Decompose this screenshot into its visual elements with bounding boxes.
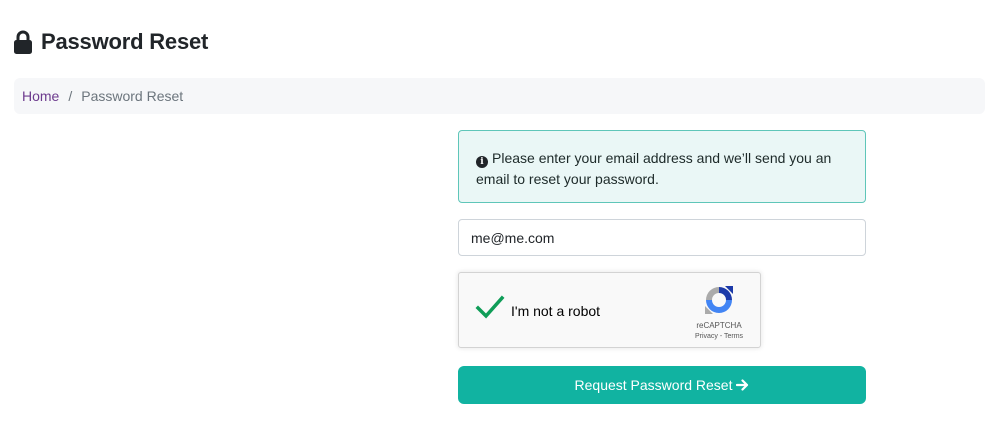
page-title: Password Reset bbox=[41, 29, 209, 54]
captcha-label[interactable]: I'm not a robot bbox=[511, 303, 600, 319]
privacy-link[interactable]: Privacy bbox=[695, 333, 718, 340]
terms-link[interactable]: Terms bbox=[724, 333, 743, 340]
email-field[interactable] bbox=[458, 219, 866, 256]
recaptcha-widget: I'm not a robot reCAPTCHA Privacy - Term… bbox=[458, 272, 761, 348]
alert-message: Please enter your email address and we’l… bbox=[476, 150, 832, 187]
recaptcha-brand: reCAPTCHA bbox=[696, 321, 742, 330]
page-header: Password Reset bbox=[13, 27, 208, 57]
lock-icon bbox=[14, 30, 32, 54]
breadcrumb-separator: / bbox=[68, 88, 73, 104]
recaptcha-links: Privacy - Terms bbox=[679, 333, 759, 340]
breadcrumb: Home / Password Reset bbox=[14, 78, 985, 114]
info-icon: i bbox=[476, 156, 488, 168]
request-password-reset-button[interactable]: Request Password Reset bbox=[458, 366, 866, 404]
submit-label: Request Password Reset bbox=[574, 377, 733, 393]
breadcrumb-home-link[interactable]: Home bbox=[22, 88, 59, 104]
checkmark-icon[interactable] bbox=[475, 295, 505, 321]
info-alert: i Please enter your email address and we’… bbox=[458, 130, 866, 203]
recaptcha-logo-icon bbox=[705, 286, 733, 314]
breadcrumb-current: Password Reset bbox=[81, 88, 184, 104]
arrow-right-icon bbox=[736, 379, 749, 391]
